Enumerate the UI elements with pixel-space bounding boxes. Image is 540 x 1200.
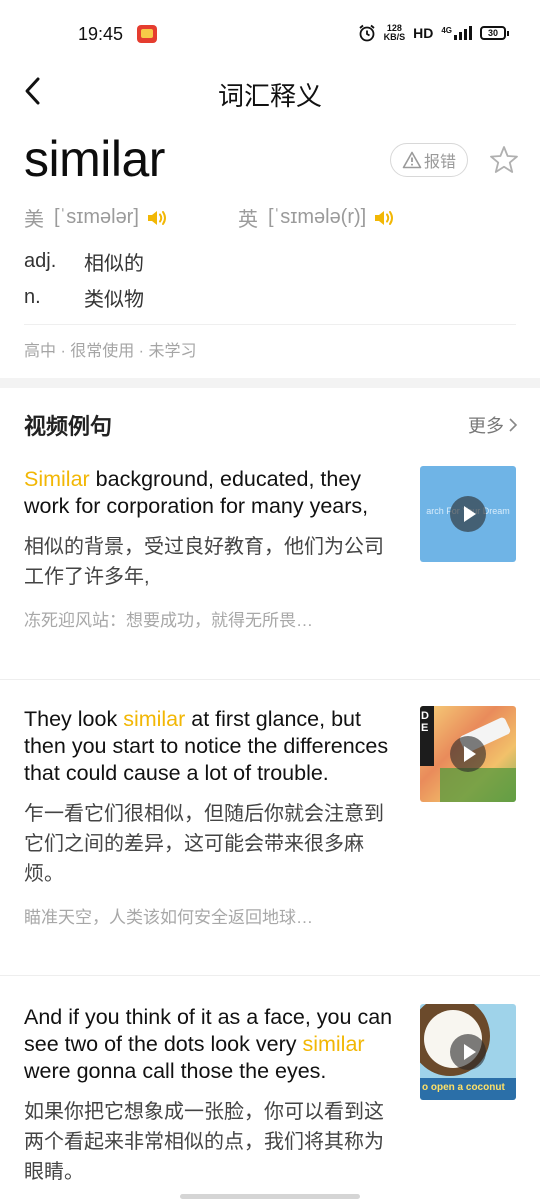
- play-icon[interactable]: [450, 1034, 486, 1070]
- network-speed: 128 KB/S: [383, 23, 406, 42]
- def-meaning: 类似物: [84, 288, 144, 311]
- definition-row: adj. 相似的: [24, 243, 144, 279]
- hd-indicator: HD: [413, 25, 434, 41]
- play-icon[interactable]: [450, 736, 486, 772]
- word-tags: 高中 · 很常使用 · 未学习: [24, 324, 516, 361]
- definitions: adj. 相似的 n. 类似物: [24, 243, 144, 315]
- def-pos: adj.: [24, 249, 57, 272]
- pronunciation-uk: 英 [ˈsɪmələ(r)]: [238, 203, 398, 232]
- report-label: 报错: [423, 154, 456, 171]
- example-item[interactable]: And if you think of it as a face, you ca…: [0, 976, 540, 1200]
- signal-icon: 4G: [441, 26, 472, 40]
- more-label: 更多: [468, 416, 504, 436]
- example-chinese: 乍一看它们很相似，但随后你就会注意到它们之间的差异，这可能会带来很多麻烦。: [24, 803, 384, 885]
- pron-us-label: 美: [24, 209, 44, 231]
- status-time: 19:45: [78, 24, 124, 44]
- battery-icon: 30: [480, 26, 509, 40]
- highlight-word: similar: [302, 1032, 365, 1056]
- example-source[interactable]: 瞄准天空，人类该如何安全返回地球…: [24, 903, 384, 928]
- chevron-right-icon: [509, 418, 518, 432]
- report-error-button[interactable]: 报错: [390, 143, 468, 177]
- speaker-us-icon[interactable]: [145, 206, 171, 230]
- video-thumbnail[interactable]: o open a coconut: [420, 1004, 516, 1100]
- speaker-uk-icon[interactable]: [372, 206, 398, 230]
- nav-bar: 词汇释义: [0, 66, 540, 118]
- video-section-title: 视频例句: [24, 414, 113, 439]
- example-source[interactable]: 冻死迎风站：想要成功，就得无所畏…: [24, 606, 384, 631]
- example-english: Similar background, educated, they work …: [24, 467, 369, 518]
- def-pos: n.: [24, 285, 41, 308]
- highlight-word: similar: [123, 707, 186, 731]
- more-link[interactable]: 更多: [468, 412, 518, 438]
- warning-icon: [402, 151, 422, 169]
- home-indicator[interactable]: [180, 1194, 360, 1199]
- video-thumbnail[interactable]: DE: [420, 706, 516, 802]
- example-english: They look similar at first glance, but t…: [24, 707, 389, 785]
- example-list: Similar background, educated, they work …: [0, 462, 540, 1200]
- pron-uk-phonetic: [ˈsɪmələ(r)]: [268, 206, 367, 228]
- star-favorite-icon[interactable]: [488, 144, 520, 176]
- example-item[interactable]: Similar background, educated, they work …: [0, 462, 540, 680]
- example-chinese: 如果你把它想象成一张脸，你可以看到这两个看起来非常相似的点，我们将其称为眼睛。: [24, 1101, 384, 1183]
- thumbnail-caption: o open a coconut: [422, 1082, 505, 1093]
- pron-uk-label: 英: [238, 209, 258, 231]
- page-title: 词汇释义: [217, 81, 322, 111]
- app-notification-icon: [137, 25, 157, 43]
- example-item[interactable]: They look similar at first glance, but t…: [0, 680, 540, 976]
- def-meaning: 相似的: [84, 252, 144, 275]
- status-bar: 19:45 128 KB/S HD 4G 30: [0, 0, 540, 66]
- alarm-icon: [359, 24, 375, 42]
- example-chinese: 相似的背景，受过良好教育，他们为公司工作了许多年,: [24, 536, 384, 588]
- status-icons: 128 KB/S HD 4G 30: [358, 23, 509, 42]
- example-english: And if you think of it as a face, you ca…: [24, 1005, 393, 1083]
- definition-row: n. 类似物: [24, 279, 144, 315]
- section-divider: [0, 378, 540, 388]
- pron-us-phonetic: [ˈsɪmələr]: [54, 206, 139, 228]
- pronunciation-us: 美 [ˈsɪmələr]: [24, 203, 171, 232]
- video-thumbnail[interactable]: arch For Your Dream: [420, 466, 516, 562]
- play-icon[interactable]: [450, 496, 486, 532]
- headword: similar: [24, 131, 165, 187]
- thumbnail-caption: DE: [421, 710, 429, 734]
- highlight-word: Similar: [24, 467, 90, 491]
